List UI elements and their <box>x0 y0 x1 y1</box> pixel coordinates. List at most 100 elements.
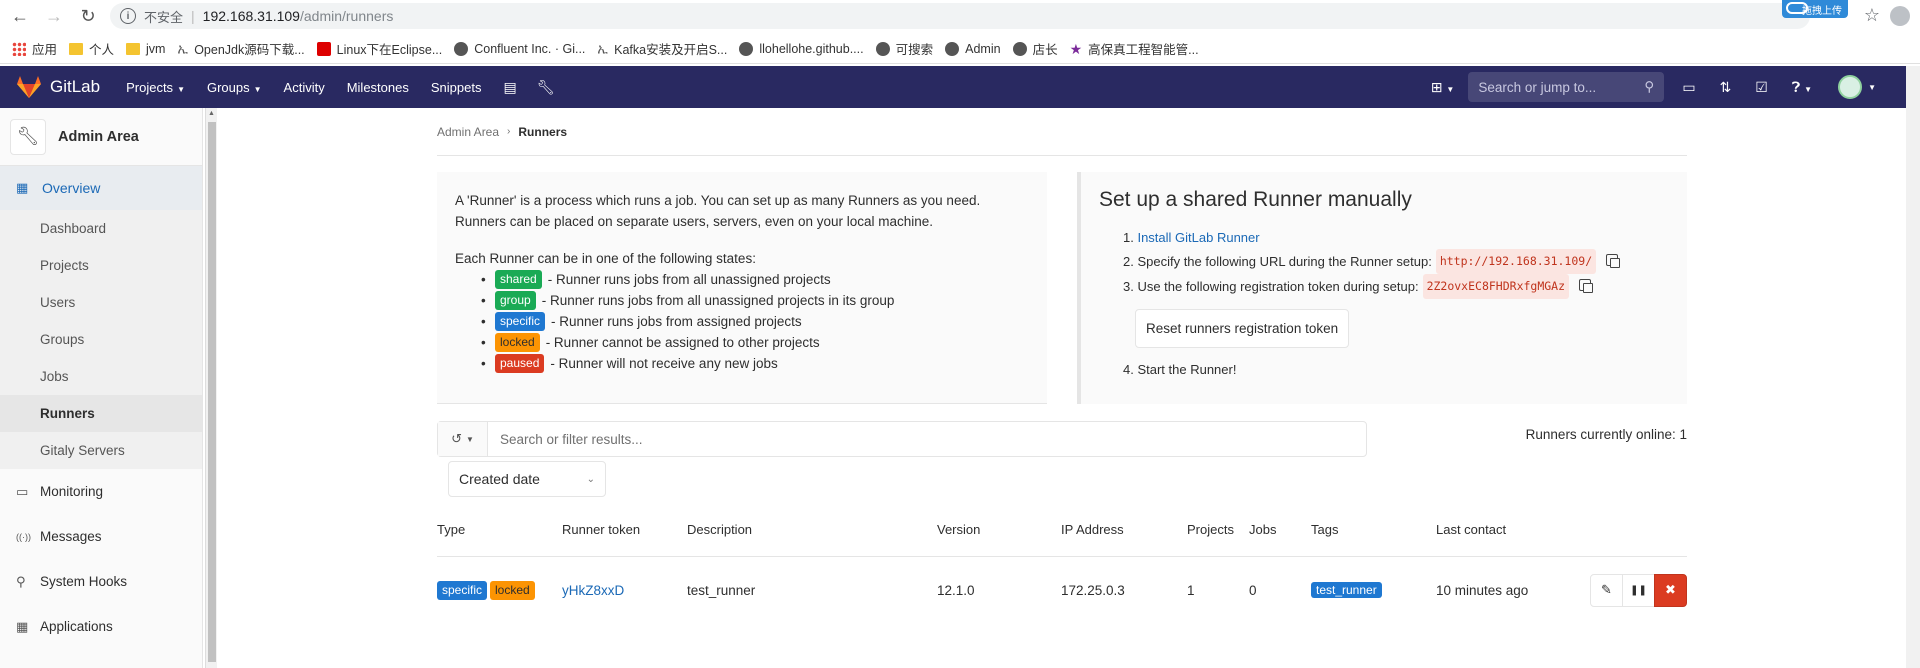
sidebar-item-runners[interactable]: Runners <box>0 395 202 432</box>
setup-step-reset: Reset runners registration token <box>1123 299 1669 358</box>
sidebar-scrollbar[interactable]: ▲ <box>205 108 217 668</box>
nav-snippets[interactable]: Snippets <box>431 80 482 95</box>
bookmark-item[interactable]: 应用 <box>12 39 57 58</box>
nav-groups[interactable]: Groups ▼ <box>207 80 262 95</box>
search-icon: ⚲ <box>1644 79 1655 94</box>
bookmark-item[interactable]: jvm <box>126 42 165 56</box>
setup-step-2: 2. Specify the following URL during the … <box>1123 249 1669 274</box>
sidebar-item-monitoring[interactable]: ▭ Monitoring <box>0 469 202 514</box>
nav-label: Groups <box>206 79 250 95</box>
runner-states-intro: Each Runner can be in one of the followi… <box>455 251 756 266</box>
grid-icon: ▦ <box>16 180 29 195</box>
reload-icon[interactable]: ↻ <box>74 2 102 30</box>
upload-extension-label: 拖拽上传 <box>1802 5 1842 17</box>
leaf-icon: ኢ <box>597 40 609 56</box>
red-square-icon <box>316 41 331 56</box>
nav-activity[interactable]: Activity <box>284 80 325 95</box>
sidebar-item-applications[interactable]: ▦ Applications <box>0 604 202 649</box>
runners-online-count: Runners currently online: 1 <box>1525 427 1687 442</box>
bookmark-item[interactable]: Admin <box>945 41 1001 56</box>
info-icon[interactable]: i <box>120 8 136 24</box>
runner-token-link[interactable]: yHkZ8xxD <box>562 583 624 598</box>
history-icon[interactable]: ↺ ▼ <box>438 422 488 456</box>
runner-state-item: shared - Runner runs jobs from all unassi… <box>495 269 1029 290</box>
chart-icon[interactable]: ▤ <box>503 79 516 96</box>
sidebar-item-groups[interactable]: Groups <box>0 321 202 358</box>
user-avatar[interactable] <box>1838 75 1863 99</box>
runner-ip: 172.25.0.3 <box>1061 582 1125 598</box>
nav-milestones[interactable]: Milestones <box>347 80 409 95</box>
nav-projects[interactable]: Projects ▼ <box>126 80 185 95</box>
edit-runner-button[interactable]: ✎ <box>1590 573 1623 607</box>
todo-icon[interactable]: ☑ <box>1755 79 1768 96</box>
state-badge-locked: locked <box>495 333 540 352</box>
plus-dropdown-icon[interactable]: ⊞ ▼ <box>1431 79 1455 96</box>
sidebar-item-overview[interactable]: ▦ Overview <box>0 166 202 210</box>
runner-actions: ✎ ❚❚ ✖ <box>1590 573 1687 607</box>
bookmark-label: Confluent Inc. · Gi... <box>474 41 586 56</box>
bookmark-item[interactable]: 店长 <box>1012 39 1058 58</box>
forward-icon[interactable]: → <box>40 2 68 30</box>
sidebar-item-dashboard[interactable]: Dashboard <box>0 210 202 247</box>
table-row: specific locked yHkZ8xxD test_runner 12.1.0 1… <box>437 557 1687 623</box>
sidebar-item-jobs[interactable]: Jobs <box>0 358 202 395</box>
sidebar-item-messages[interactable]: ((·)) Messages <box>0 514 202 559</box>
bookmark-item[interactable]: ★ 高保真工程智能管... <box>1070 39 1199 58</box>
bookmark-star-icon[interactable]: ☆ <box>1864 5 1880 26</box>
reset-token-button[interactable]: Reset runners registration token <box>1135 309 1350 348</box>
folder-icon <box>126 42 141 55</box>
copy-url-icon[interactable] <box>1606 253 1621 268</box>
bookmark-label: OpenJdk源码下载... <box>194 43 305 57</box>
breadcrumb-chevron-icon: › <box>507 126 511 137</box>
install-runner-link[interactable]: Install GitLab Runner <box>1137 226 1259 249</box>
sidebar-header[interactable]: 🔧︎ Admin Area <box>0 108 202 166</box>
back-icon[interactable]: ← <box>6 2 34 30</box>
bookmark-item[interactable]: ኢ OpenJdk源码下载... <box>177 39 304 58</box>
setup-title: Set up a shared Runner manually <box>1099 188 1412 211</box>
setup-step-3: 3. Use the following registration token … <box>1123 274 1669 299</box>
copy-token-icon[interactable] <box>1579 278 1594 293</box>
merge-request-icon[interactable]: ⇅ <box>1720 79 1732 96</box>
sort-dropdown[interactable]: Created date ⌄ <box>448 461 606 497</box>
bookmark-item[interactable]: Confluent Inc. · Gi... <box>454 41 586 56</box>
nav-label: Snippets <box>430 79 482 95</box>
wrench-icon[interactable]: 🔧︎ <box>537 79 555 96</box>
bookmark-item[interactable]: 个人 <box>69 39 114 58</box>
bookmark-item[interactable]: Linux下在Eclipse... <box>316 39 442 58</box>
help-icon[interactable]: ❓︎ ▼ <box>1792 79 1812 96</box>
address-bar[interactable]: i 不安全 | 192.168.31.109/admin/runners <box>110 3 1810 29</box>
sidebar-item-projects[interactable]: Projects <box>0 247 202 284</box>
upload-extension-button[interactable]: 拖拽上传 <box>1782 0 1848 18</box>
column-header-last-contact: Last contact <box>1436 522 1507 537</box>
state-badge-specific: specific <box>495 312 546 331</box>
gitlab-logo[interactable]: GitLab <box>16 75 100 99</box>
monitor-icon: ▭ <box>16 483 29 499</box>
runner-version: 12.1.0 <box>937 582 975 598</box>
bookmark-item[interactable]: 可搜索 <box>875 39 933 58</box>
sidebar-item-users[interactable]: Users <box>0 284 202 321</box>
bookmark-label: 店长 <box>1032 43 1058 57</box>
runner-description: test_runner <box>687 582 756 598</box>
nav-label: Projects <box>126 79 174 95</box>
bookmark-item[interactable]: llohellohe.github.... <box>739 41 864 56</box>
sidebar-item-gitaly-servers[interactable]: Gitaly Servers <box>0 432 202 469</box>
filter-input[interactable]: Search or filter results... <box>488 432 643 447</box>
bookmark-label: Kafka安装及开启S... <box>614 43 728 57</box>
bookmark-item[interactable]: ኢ Kafka安装及开启S... <box>597 39 727 58</box>
runner-badge-locked: locked <box>490 580 535 600</box>
page-scrollbar[interactable] <box>1906 66 1920 668</box>
breadcrumb-admin-area[interactable]: Admin Area <box>437 125 499 139</box>
sidebar-item-system-hooks[interactable]: ⚲ System Hooks <box>0 559 202 604</box>
github-icon <box>454 41 469 56</box>
search-input[interactable]: Search or jump to... ⚲ <box>1468 72 1665 102</box>
remove-runner-button[interactable]: ✖ <box>1654 573 1687 607</box>
chevron-down-icon[interactable]: ▼ <box>1868 83 1876 92</box>
sidebar-toggle-icon[interactable]: ▭ <box>1682 79 1695 96</box>
tanuki-icon <box>16 75 42 99</box>
profile-avatar-icon[interactable] <box>1890 6 1910 26</box>
pause-runner-button[interactable]: ❚❚ <box>1622 573 1655 607</box>
sidebar-item-label: Messages <box>40 529 102 544</box>
filter-bar[interactable]: ↺ ▼ Search or filter results... <box>437 421 1367 457</box>
grid-icon: ▦ <box>16 618 29 634</box>
scroll-thumb[interactable] <box>208 122 216 662</box>
